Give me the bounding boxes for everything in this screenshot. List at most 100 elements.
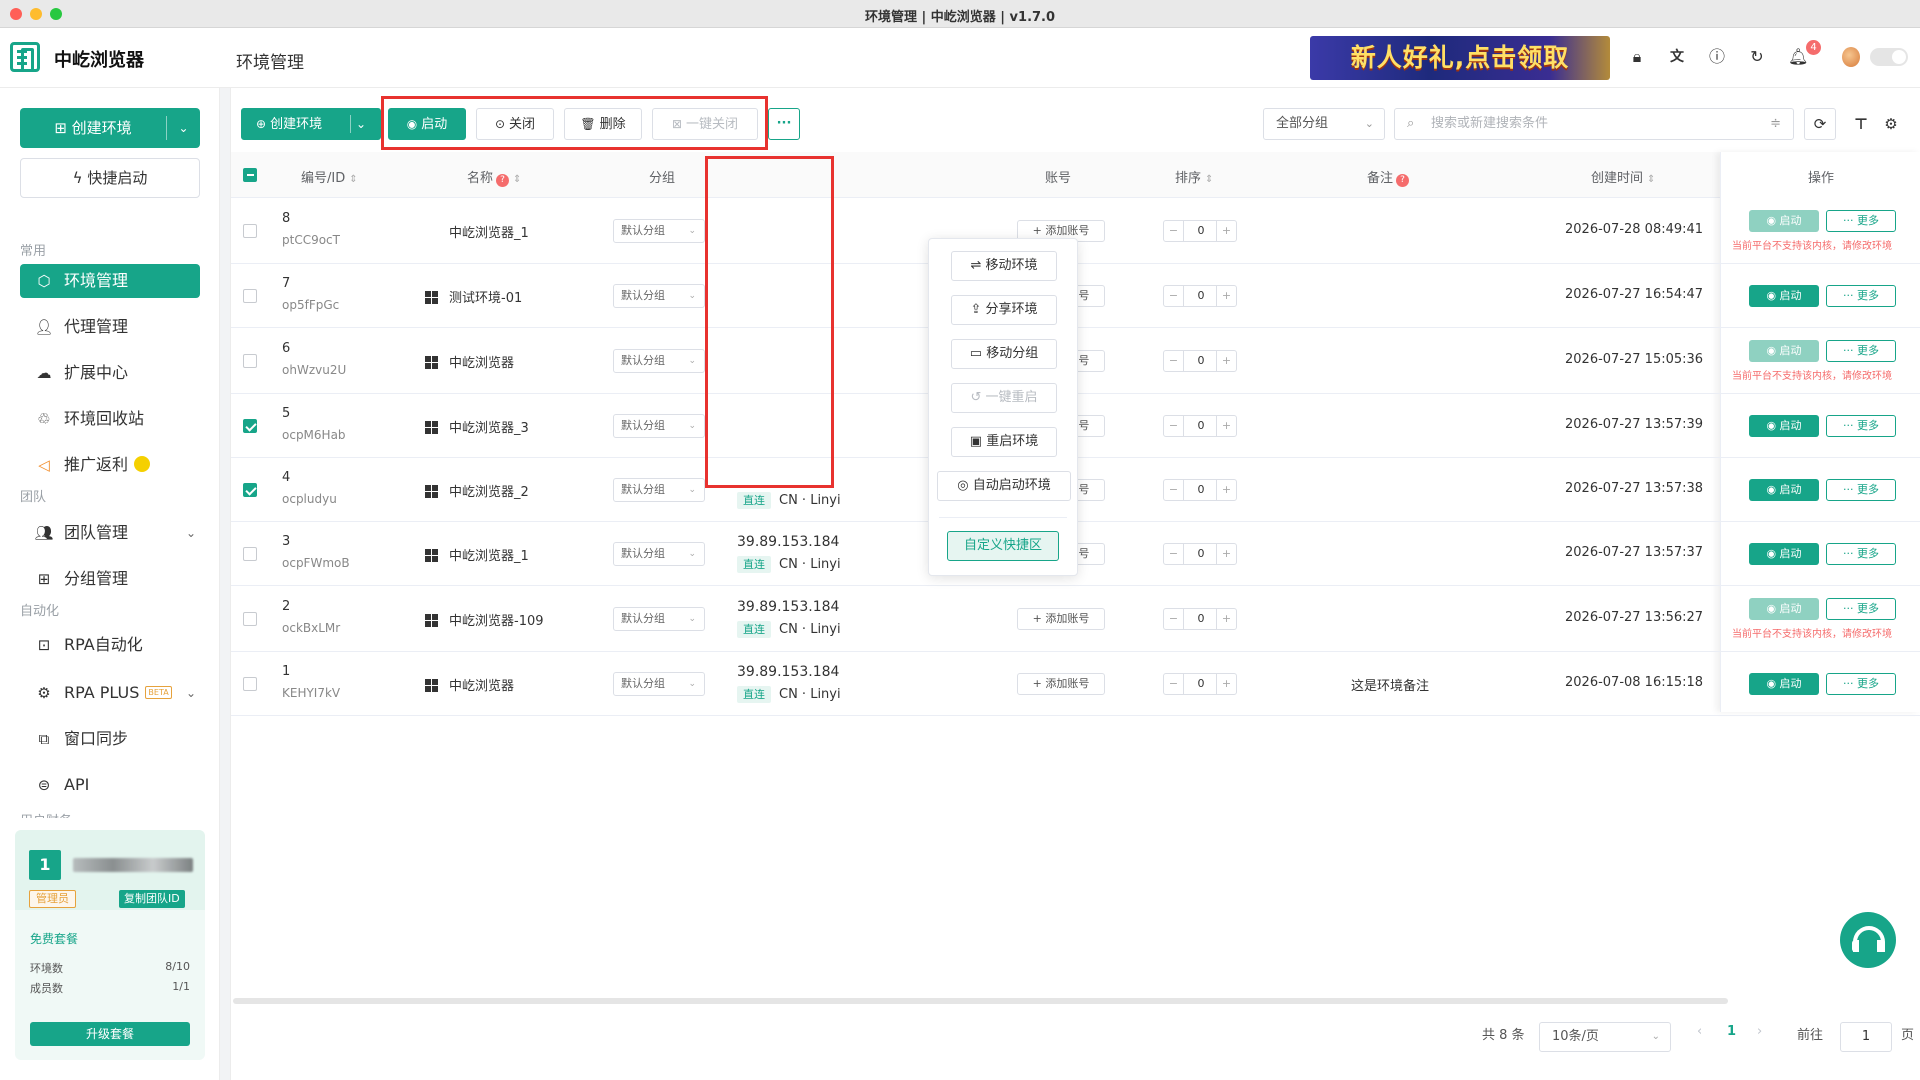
table-row[interactable]: 2 ockBxLMr 中屹浏览器-109 默认分组 ⌄ 39.89.153.184 直连 CN… [231,586,1920,652]
promo-banner[interactable]: 新人好礼,点击领取 [1310,36,1610,80]
prev-page-icon[interactable]: ‹ [1697,1024,1702,1039]
create-env-button[interactable]: ⊕ 创建环境 ⌄ [241,108,381,140]
translate-icon[interactable]: 文 [1668,48,1686,66]
sidebar-item-env-manage[interactable]: ⬡ 环境管理 [20,264,200,298]
row-start-button[interactable]: ◉ 启动 [1749,285,1819,307]
row-group-select[interactable]: 默认分组 ⌄ [613,284,705,308]
minus-icon[interactable]: − [1164,286,1184,306]
row-name[interactable]: 测试环境-01 [425,287,522,306]
dd-custom-shortcut[interactable]: 自定义快捷区 [947,531,1059,561]
bell-icon[interactable]: 🔔︎ [1788,48,1808,66]
plus-icon[interactable]: + [1216,351,1236,371]
upgrade-plan-button[interactable]: 升级套餐 [30,1022,190,1046]
help-icon[interactable]: ⓘ [1708,48,1726,66]
header-name[interactable]: 名称? ⇕ [467,167,521,187]
minus-icon[interactable]: − [1164,609,1184,629]
row-group-select[interactable]: 默认分组 ⌄ [613,672,705,696]
row-start-button[interactable]: ◉ 启动 [1749,210,1819,232]
sidebar-item-team[interactable]: 👥︎ 团队管理 ⌄ [20,516,200,550]
sidebar-item-promo[interactable]: ◁ 推广返利 [20,448,200,482]
sidebar-item-extensions[interactable]: ☁︎ 扩展中心 [20,356,200,390]
avatar[interactable] [1842,47,1860,67]
quick-start-button[interactable]: ϟ 快捷启动 [20,158,200,198]
row-name[interactable]: 中屹浏览器_1 [425,545,529,564]
header-id[interactable]: 编号/ID ⇕ [301,167,358,186]
dd-restart-env[interactable]: ▣ 重启环境 [951,427,1057,457]
sort-stepper[interactable]: −0 + [1163,415,1237,437]
gear-icon[interactable]: ⚙︎ [1881,114,1901,134]
sort-stepper[interactable]: −0 + [1163,543,1237,565]
next-page-icon[interactable]: › [1757,1024,1762,1039]
minus-icon[interactable]: − [1164,221,1184,241]
row-checkbox[interactable] [243,354,257,368]
row-start-button[interactable]: ◉ 启动 [1749,598,1819,620]
minus-icon[interactable]: − [1164,480,1184,500]
copy-team-id-button[interactable]: 复制团队ID [119,890,185,908]
row-checkbox[interactable] [243,547,257,561]
chevron-down-icon[interactable]: ⌄ [356,109,366,139]
sidebar-item-window-sync[interactable]: ⧉ 窗口同步 [20,722,200,756]
sort-stepper[interactable]: −0 + [1163,285,1237,307]
row-checkbox[interactable] [243,612,257,626]
plus-icon[interactable]: + [1216,221,1236,241]
add-account-button[interactable]: + 添加账号 [1017,673,1105,695]
plus-icon[interactable]: + [1216,416,1236,436]
chevron-down-icon[interactable]: ⌄ [167,108,200,148]
sort-stepper[interactable]: −0 + [1163,350,1237,372]
dd-move-env[interactable]: ⇌ 移动环境 [951,251,1057,281]
dd-one-click-restart[interactable]: ↺ 一键重启 [951,383,1057,413]
dd-share-env[interactable]: ⇪ 分享环境 [951,295,1057,325]
plus-icon[interactable]: + [1216,544,1236,564]
row-name[interactable]: 中屹浏览器_1 [425,222,529,241]
column-height-icon[interactable]: ⊤ [1851,114,1871,134]
row-more-button[interactable]: ··· 更多 [1826,285,1896,307]
sort-stepper[interactable]: −0 + [1163,220,1237,242]
sidebar-item-proxy[interactable]: 👤︎ 代理管理 [20,310,200,344]
sort-stepper[interactable]: −0 + [1163,673,1237,695]
row-group-select[interactable]: 默认分组 ⌄ [613,542,705,566]
row-start-button[interactable]: ◉ 启动 [1749,479,1819,501]
row-start-button[interactable]: ◉ 启动 [1749,673,1819,695]
row-start-button[interactable]: ◉ 启动 [1749,340,1819,362]
sidebar-item-rpa[interactable]: ⊡ RPA自动化 [20,628,200,662]
row-name[interactable]: 中屹浏览器_2 [425,481,529,500]
select-all-checkbox[interactable] [243,168,257,182]
customer-support-icon[interactable] [1840,912,1896,968]
sidebar-item-groups[interactable]: ⊞ 分组管理 [20,562,200,596]
row-name[interactable]: 中屹浏览器 [425,675,514,694]
sidebar-item-rpa-plus[interactable]: ⚙︎ RPA PLUS BETA ⌄ [20,676,200,710]
sidebar-item-api[interactable]: ⊜ API [20,768,200,802]
sort-stepper[interactable]: −0 + [1163,608,1237,630]
row-group-select[interactable]: 默认分组 ⌄ [613,349,705,373]
row-checkbox[interactable] [243,419,257,433]
dd-auto-start-env[interactable]: ◎ 自动启动环境 [937,471,1071,501]
horizontal-scrollbar[interactable] [233,998,1728,1004]
page-size-select[interactable]: 10条/页 ⌄ [1539,1022,1671,1052]
row-more-button[interactable]: ··· 更多 [1826,598,1896,620]
row-checkbox[interactable] [243,289,257,303]
row-checkbox[interactable] [243,483,257,497]
row-group-select[interactable]: 默认分组 ⌄ [613,414,705,438]
sidebar-create-env-button[interactable]: ⊞ 创建环境 ⌄ [20,108,200,148]
row-more-button[interactable]: ··· 更多 [1826,340,1896,362]
dd-move-group[interactable]: ▭ 移动分组 [951,339,1057,369]
refresh-button[interactable]: ⟳ [1804,108,1836,140]
more-actions-button[interactable]: ··· [768,108,800,140]
row-more-button[interactable]: ··· 更多 [1826,543,1896,565]
minus-icon[interactable]: − [1164,416,1184,436]
group-filter-select[interactable]: 全部分组 ⌄ [1263,108,1385,140]
row-checkbox[interactable] [243,677,257,691]
row-group-select[interactable]: 默认分组 ⌄ [613,607,705,631]
plus-icon[interactable]: + [1216,609,1236,629]
row-more-button[interactable]: ··· 更多 [1826,479,1896,501]
plus-icon[interactable]: + [1216,674,1236,694]
history-icon[interactable]: ↻ [1748,48,1766,66]
row-name[interactable]: 中屹浏览器_3 [425,417,529,436]
header-sort[interactable]: 排序 ⇕ [1175,167,1213,186]
row-start-button[interactable]: ◉ 启动 [1749,543,1819,565]
theme-toggle[interactable] [1870,48,1908,66]
row-more-button[interactable]: ··· 更多 [1826,210,1896,232]
row-more-button[interactable]: ··· 更多 [1826,415,1896,437]
row-name[interactable]: 中屹浏览器-109 [425,610,544,629]
minus-icon[interactable]: − [1164,544,1184,564]
